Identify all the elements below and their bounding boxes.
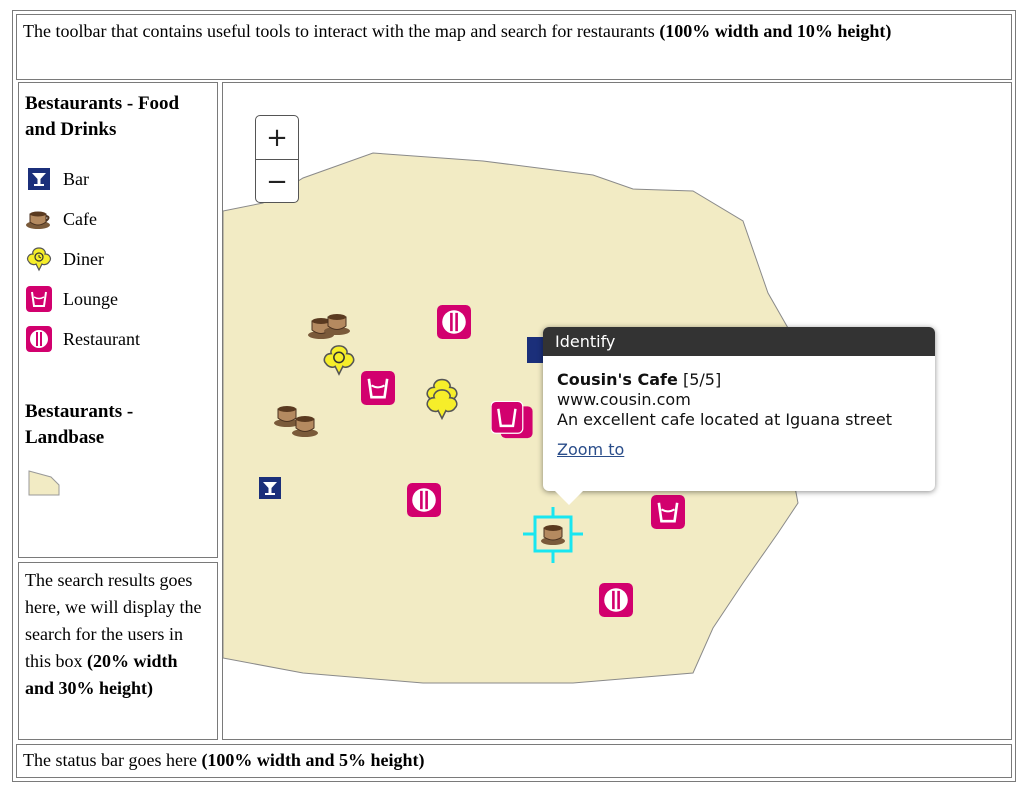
- popup-description: An excellent cafe located at Iguana stre…: [557, 410, 892, 429]
- bar-marker[interactable]: [259, 477, 293, 511]
- selected-cafe-marker[interactable]: [523, 507, 585, 563]
- lounge-marker[interactable]: [361, 371, 395, 405]
- legend-landbase-title: Bestaurants - Landbase: [25, 401, 134, 448]
- zoom-control: + −: [255, 115, 299, 203]
- diner-marker[interactable]: [423, 377, 458, 421]
- lounge-icon: [25, 285, 53, 313]
- legend-item-diner: Diner: [25, 239, 211, 279]
- popup-result-count: [5/5]: [682, 370, 722, 389]
- diner-icon: [25, 245, 53, 273]
- legend-item-restaurant: Restaurant: [25, 319, 211, 359]
- restaurant-marker[interactable]: [599, 583, 633, 617]
- identify-popup: Identify Cousin's Cafe [5/5] www.cousin.…: [543, 327, 935, 505]
- status-size-note: (100% width and 5% height): [201, 750, 425, 770]
- legend-item-label: Diner: [63, 248, 104, 269]
- status-bar: The status bar goes here (100% width and…: [16, 744, 1012, 778]
- toolbar-text: The toolbar that contains useful tools t…: [23, 21, 660, 41]
- popup-url: www.cousin.com: [557, 390, 691, 409]
- zoom-in-button[interactable]: +: [256, 116, 298, 160]
- bar-icon: [25, 165, 53, 193]
- restaurant-marker[interactable]: [437, 305, 471, 339]
- search-results-panel: The search results goes here, we will di…: [18, 562, 218, 740]
- legend-item-lounge: Lounge: [25, 279, 211, 319]
- legend-item-cafe: Cafe: [25, 199, 211, 239]
- legend-food-title: Bestaurants - Food and Drinks: [25, 93, 180, 140]
- lounge-marker[interactable]: [651, 495, 685, 529]
- restaurant-marker[interactable]: [407, 483, 441, 517]
- zoom-out-button[interactable]: −: [256, 160, 298, 203]
- legend-item-bar: Bar: [25, 159, 211, 199]
- legend-item-label: Restaurant: [63, 328, 140, 349]
- map-view[interactable]: + − Identify Cousin's Cafe [5/5] www.cou…: [222, 82, 1012, 740]
- zoom-to-link[interactable]: Zoom to: [557, 440, 624, 460]
- landbase-polygon-icon: [25, 470, 65, 501]
- status-text: The status bar goes here: [23, 750, 202, 770]
- popup-pointer: [555, 491, 583, 505]
- legend-item-label: Lounge: [63, 288, 118, 309]
- legend-item-label: Cafe: [63, 208, 97, 229]
- popup-place-name: Cousin's Cafe: [557, 370, 678, 389]
- legend-panel: Bestaurants - Food and Drinks Bar Cafe D…: [18, 82, 218, 558]
- restaurant-icon: [25, 325, 53, 353]
- legend-item-label: Bar: [63, 168, 89, 189]
- cafe-marker[interactable]: [273, 401, 318, 437]
- popup-title: Identify: [543, 327, 935, 356]
- diner-marker[interactable]: [321, 343, 355, 377]
- cafe-marker[interactable]: [307, 309, 350, 343]
- cafe-icon: [25, 205, 53, 233]
- lounge-marker[interactable]: [490, 400, 533, 439]
- toolbar: The toolbar that contains useful tools t…: [16, 14, 1012, 80]
- toolbar-size-note: (100% width and 10% height): [659, 21, 892, 41]
